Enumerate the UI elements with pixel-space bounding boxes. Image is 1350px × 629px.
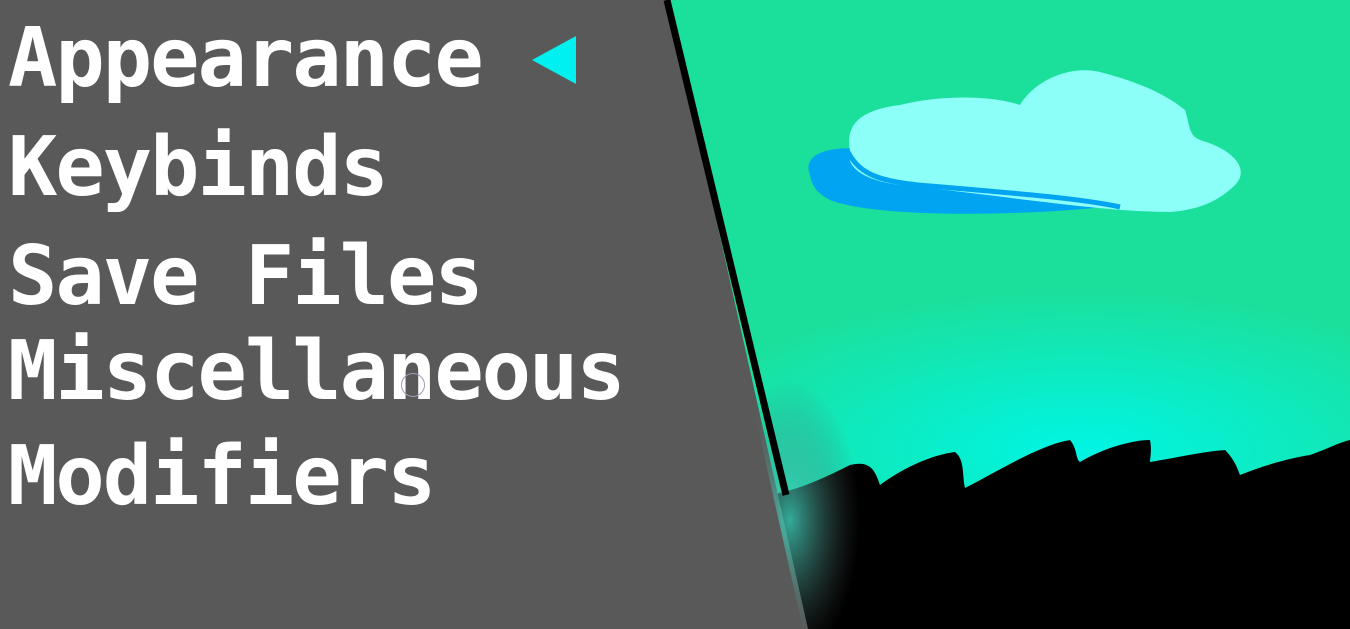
cursor-icon bbox=[401, 373, 425, 397]
menu-item-miscellaneous[interactable]: Miscellaneous bbox=[8, 331, 626, 413]
menu-item-save-files[interactable]: Save Files bbox=[8, 236, 484, 318]
menu-item-modifiers[interactable]: Modifiers bbox=[8, 436, 436, 518]
menu-item-keybinds[interactable]: Keybinds bbox=[8, 127, 389, 209]
menu-item-appearance[interactable]: Appearance bbox=[8, 18, 484, 100]
selection-arrow-icon bbox=[532, 36, 576, 84]
